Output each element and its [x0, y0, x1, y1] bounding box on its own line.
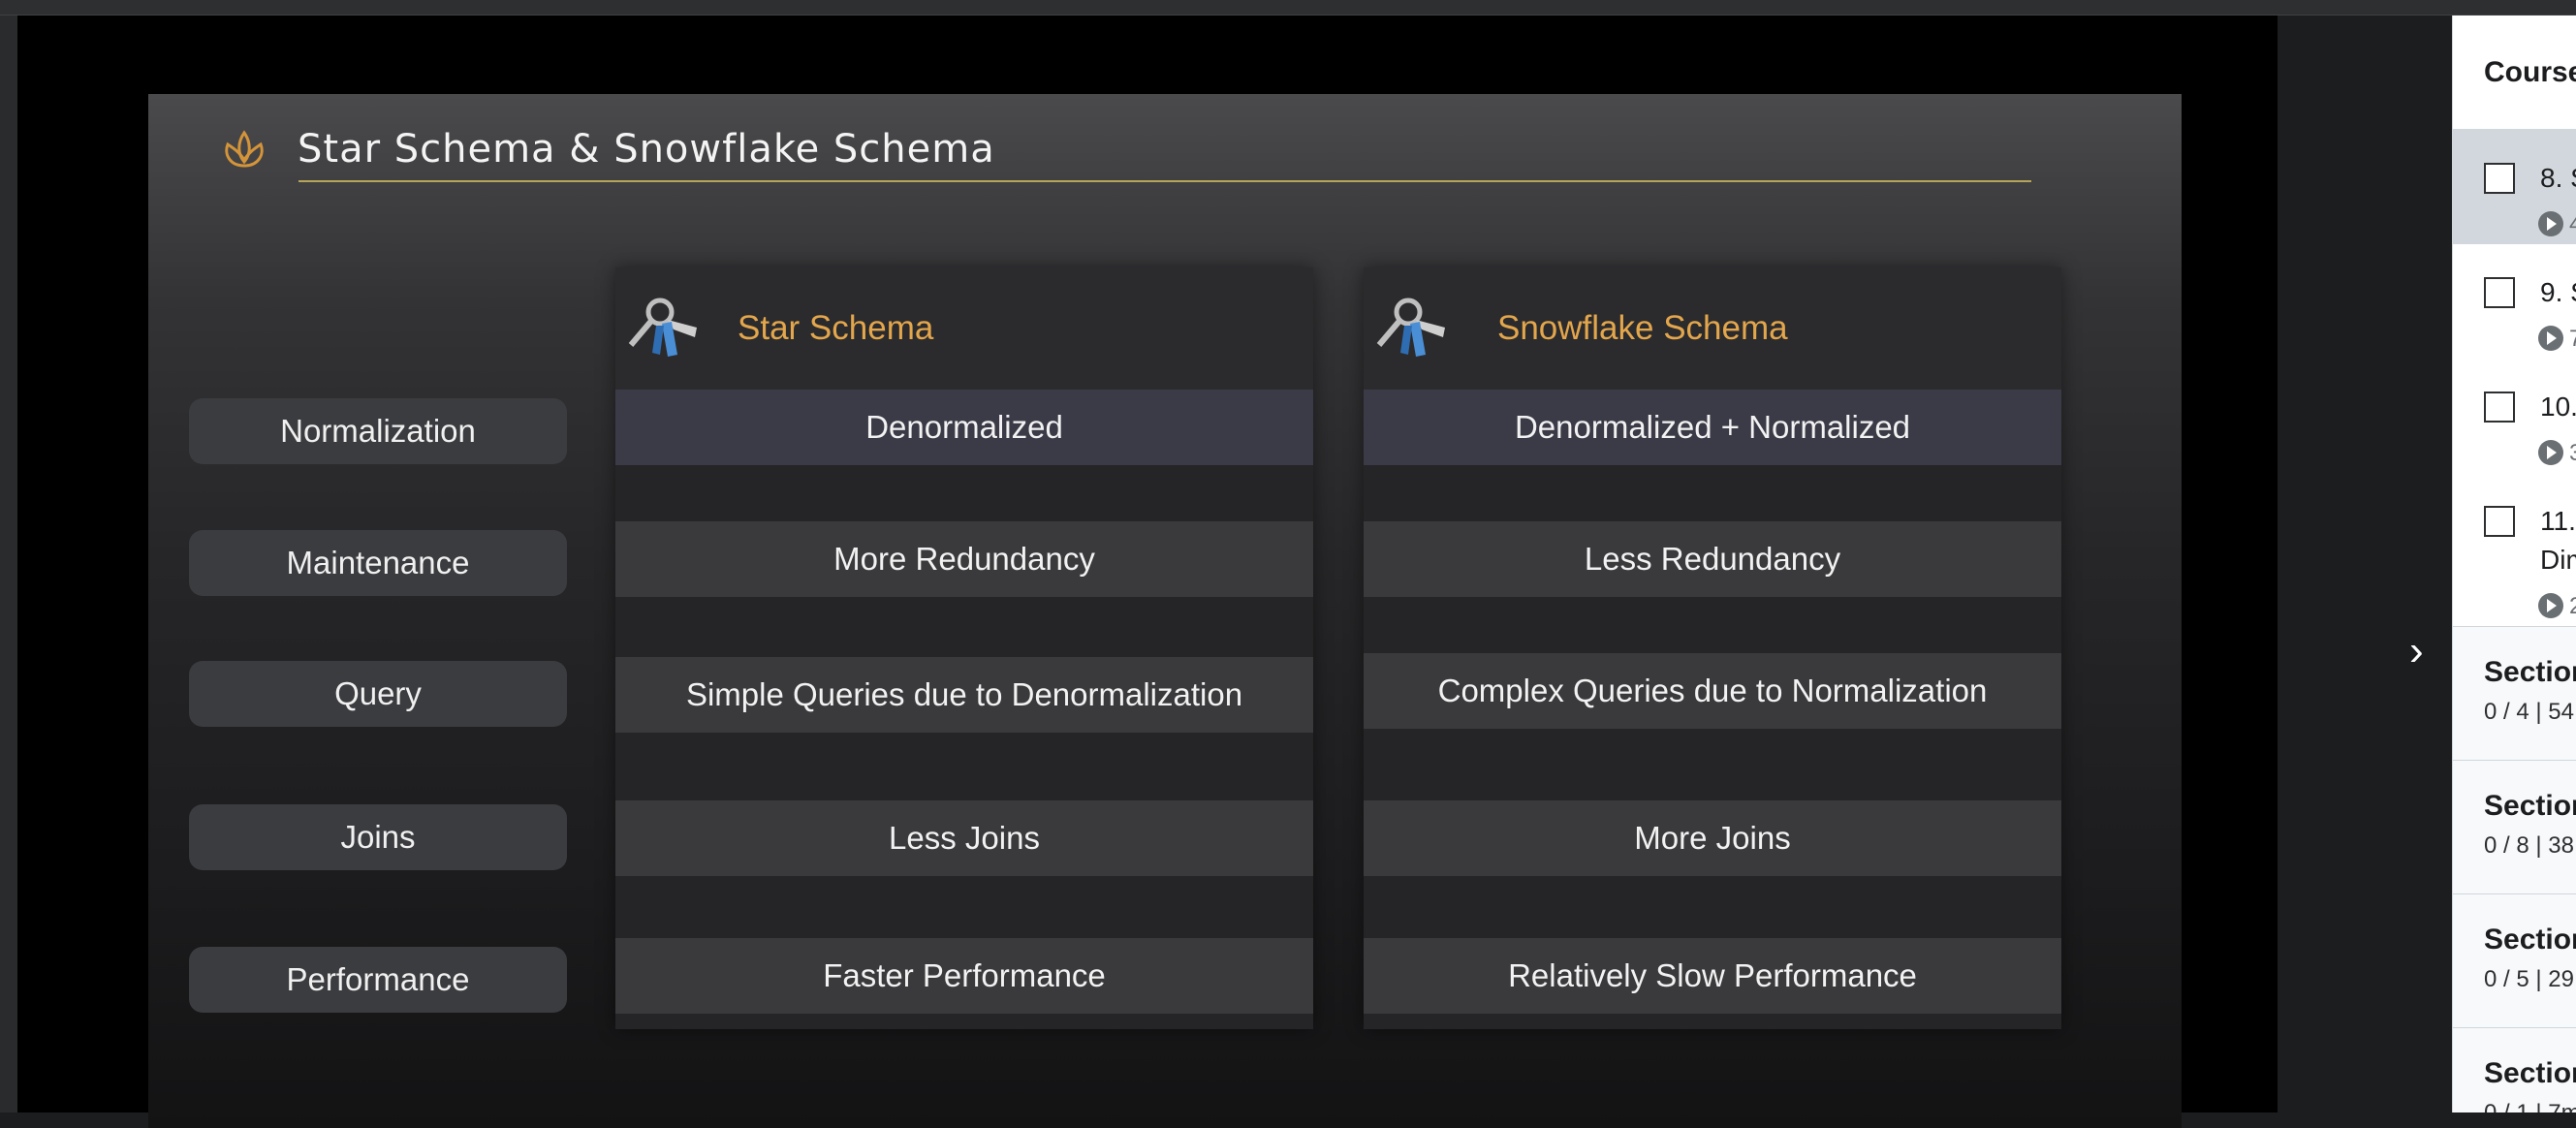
section-title: Section — [2484, 924, 2576, 956]
row-label-joins: Joins — [189, 804, 567, 870]
star-cell-normalization: Denormalized — [615, 390, 1313, 465]
lecture-title: 9. S — [2540, 277, 2576, 307]
star-schema-title: Star Schema — [738, 309, 934, 347]
video-player[interactable]: Star Schema & Snowflake Schema Normaliza… — [17, 16, 2278, 1128]
lecture-title: 8. S — [2540, 163, 2576, 193]
section-progress: 0 / 1 | 7m — [2484, 1100, 2576, 1112]
snowflake-schema-title: Snowflake Schema — [1497, 309, 1788, 347]
section-item[interactable]: Section 0 / 4 | 54 — [2453, 626, 2576, 760]
section-progress: 0 / 8 | 38 — [2484, 832, 2574, 859]
snowflake-schema-header: Snowflake Schema — [1364, 267, 2061, 390]
row-label-maintenance: Maintenance — [189, 530, 567, 596]
lecture-checkbox[interactable] — [2484, 506, 2515, 537]
snowflake-cell-maintenance: Less Redundancy — [1364, 521, 2061, 597]
snowflake-cell-normalization: Denormalized + Normalized — [1364, 390, 2061, 465]
player-left-edge — [0, 16, 17, 1112]
lecture-duration: 2 — [2569, 593, 2576, 620]
star-cell-query: Simple Queries due to Denormalization — [615, 657, 1313, 733]
lecture-item[interactable]: 11. Dim 2 — [2453, 473, 2576, 626]
slide-title: Star Schema & Snowflake Schema — [298, 127, 995, 172]
lecture-item[interactable]: 8. S 4 — [2453, 130, 2576, 244]
play-circle-icon — [2538, 211, 2563, 236]
play-circle-icon — [2538, 326, 2563, 351]
lecture-title: 10. — [2540, 392, 2576, 422]
snowflake-cell-joins: More Joins — [1364, 800, 2061, 876]
title-underline — [298, 180, 2031, 182]
star-schema-header: Star Schema — [615, 267, 1313, 390]
lecture-duration: 3 — [2569, 440, 2576, 467]
snowflake-schema-column: Snowflake Schema Denormalized + Normaliz… — [1364, 267, 2061, 1029]
row-label-query: Query — [189, 661, 567, 727]
row-label-performance: Performance — [189, 947, 567, 1013]
top-bar — [0, 0, 2576, 16]
sidebar-title: Course — [2484, 56, 2576, 88]
row-label-normalization: Normalization — [189, 398, 567, 464]
section-item[interactable]: Section 0 / 1 | 7m — [2453, 1027, 2576, 1112]
section-item[interactable]: Section 0 / 8 | 38 — [2453, 760, 2576, 893]
section-progress: 0 / 5 | 29 — [2484, 966, 2574, 992]
lecture-item[interactable]: 9. S 7 — [2453, 244, 2576, 359]
lecture-duration: 7 — [2569, 326, 2576, 353]
lecture-duration: 4 — [2569, 211, 2576, 238]
slide-header: Star Schema & Snowflake Schema — [218, 123, 995, 175]
star-cell-joins: Less Joins — [615, 800, 1313, 876]
lecture-title-line2: Dim — [2540, 545, 2576, 575]
snowflake-cell-query: Complex Queries due to Normalization — [1364, 653, 2061, 729]
star-schema-column: Star Schema Denormalized More Redundancy… — [615, 267, 1313, 1029]
section-progress: 0 / 4 | 54 — [2484, 699, 2574, 725]
lotus-logo-icon — [225, 130, 264, 168]
play-circle-icon — [2538, 440, 2563, 465]
section-title: Section — [2484, 1057, 2576, 1089]
star-cell-performance: Faster Performance — [615, 938, 1313, 1014]
lecture-title: 11. — [2540, 506, 2576, 536]
star-cell-maintenance: More Redundancy — [615, 521, 1313, 597]
chevron-right-icon[interactable]: › — [2409, 630, 2448, 673]
section-item[interactable]: Section 0 / 5 | 29 — [2453, 893, 2576, 1027]
snowflake-cell-performance: Relatively Slow Performance — [1364, 938, 2061, 1014]
lecture-slide: Star Schema & Snowflake Schema Normaliza… — [148, 94, 2182, 1128]
lecture-checkbox[interactable] — [2484, 392, 2515, 423]
play-circle-icon — [2538, 593, 2563, 618]
keys-icon — [1376, 298, 1445, 357]
lecture-checkbox[interactable] — [2484, 277, 2515, 308]
section-title: Section — [2484, 790, 2576, 822]
lecture-checkbox[interactable] — [2484, 163, 2515, 194]
section-title: Section — [2484, 656, 2576, 688]
lecture-item[interactable]: 10. 3 — [2453, 359, 2576, 473]
course-content-sidebar: Course 8. S 4 9. S 7 10. 3 11. Dim 2 Sec… — [2452, 16, 2576, 1112]
sidebar-header: Course — [2453, 16, 2576, 130]
keys-icon — [628, 298, 697, 357]
